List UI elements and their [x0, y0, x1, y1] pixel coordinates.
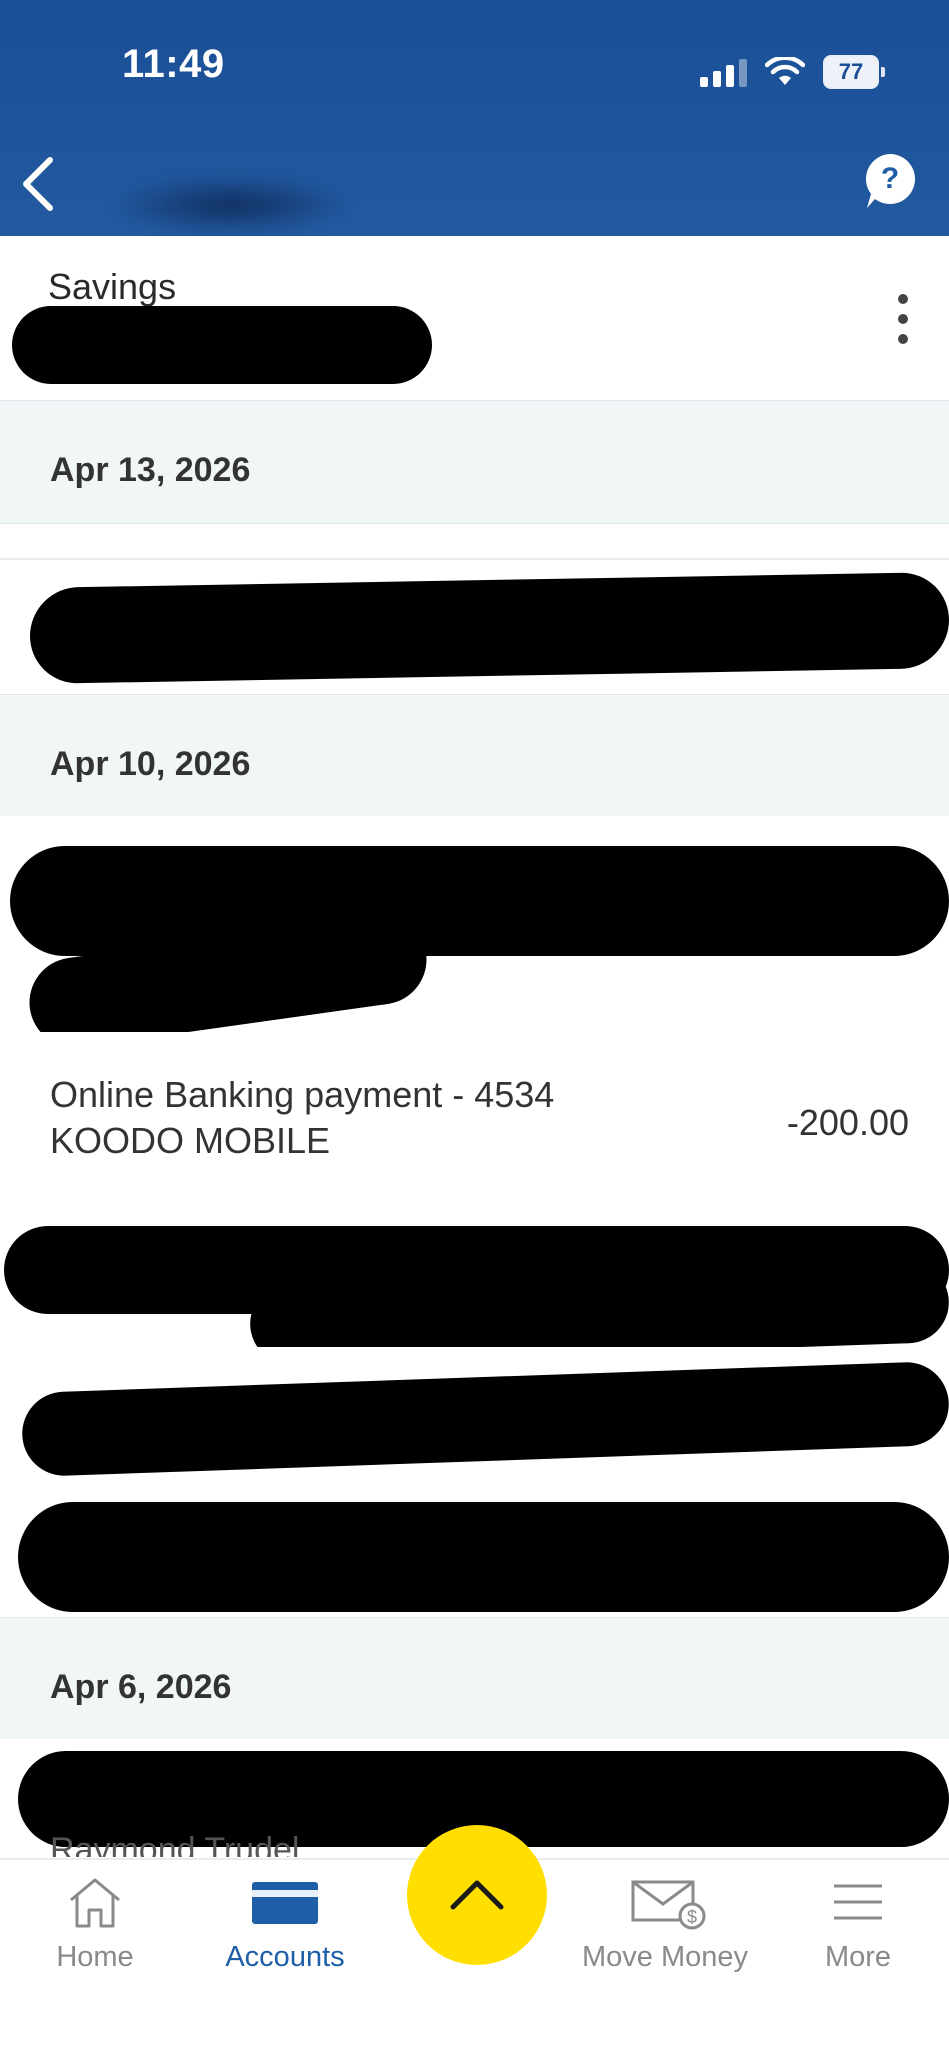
nav-more[interactable]: More — [808, 1874, 908, 1994]
account-title: Savings — [48, 266, 177, 307]
battery-icon: 77 — [823, 55, 885, 89]
date-header: Apr 10, 2026 — [0, 694, 949, 818]
redaction-mark — [30, 571, 949, 685]
nav-home[interactable]: Home — [40, 1874, 150, 1994]
accounts-card-icon — [252, 1882, 318, 1924]
date-label: Apr 13, 2026 — [50, 451, 251, 489]
status-time: 11:49 — [122, 42, 225, 86]
transaction-row[interactable] — [0, 1347, 949, 1484]
date-label: Apr 10, 2026 — [50, 745, 251, 783]
envelope-dollar-icon: $ — [631, 1880, 706, 1930]
nav-move-money[interactable]: $ Move Money — [570, 1874, 760, 1994]
nav-move-money-label: Move Money — [581, 1941, 748, 1973]
transaction-row[interactable] — [0, 1212, 949, 1367]
home-icon — [70, 1878, 120, 1928]
redaction-mark — [18, 1502, 949, 1612]
transaction-row[interactable] — [0, 558, 949, 698]
more-options-icon[interactable] — [893, 294, 913, 344]
nav-accounts[interactable]: Accounts — [210, 1874, 360, 1994]
wifi-icon — [765, 57, 805, 85]
date-header: Apr 6, 2026 — [0, 1617, 949, 1741]
back-button[interactable] — [18, 156, 58, 212]
nav-more-label: More — [824, 1941, 892, 1973]
redaction-mark — [12, 306, 432, 384]
battery-level: 77 — [838, 59, 864, 84]
cellular-signal-icon — [700, 57, 747, 87]
transaction-amount: -200.00 — [786, 1102, 909, 1143]
svg-text:$: $ — [687, 1907, 697, 1927]
help-bubble-icon: ? — [865, 154, 915, 208]
transaction-description: Online Banking payment - 4534 KOODO MOBI… — [50, 1074, 555, 1161]
date-header: Apr 13, 2026 — [0, 400, 949, 524]
status-icons: 77 — [700, 52, 885, 92]
redaction-mark — [20, 1360, 949, 1478]
redaction-mark — [10, 846, 949, 956]
blur-overlay — [110, 175, 350, 235]
nav-accounts-label: Accounts — [225, 1941, 345, 1973]
svg-text:?: ? — [881, 162, 899, 195]
date-label: Apr 6, 2026 — [50, 1668, 232, 1706]
help-button[interactable]: ? — [861, 150, 919, 214]
nav-home-label: Home — [56, 1941, 134, 1973]
top-header: 11:49 77 ? — [0, 0, 949, 236]
partial-transaction-text: Raymond Trudel — [50, 1831, 300, 1857]
transaction-row[interactable] — [0, 816, 949, 1054]
transaction-row[interactable]: Online Banking payment - 4534 KOODO MOBI… — [0, 1032, 949, 1214]
account-header: Savings — [0, 236, 949, 403]
menu-icon — [834, 1884, 882, 1920]
chevron-up-icon — [450, 1880, 504, 1910]
quick-actions-button[interactable] — [407, 1825, 547, 1965]
transaction-row[interactable] — [0, 1482, 949, 1619]
chevron-left-icon — [23, 157, 53, 211]
